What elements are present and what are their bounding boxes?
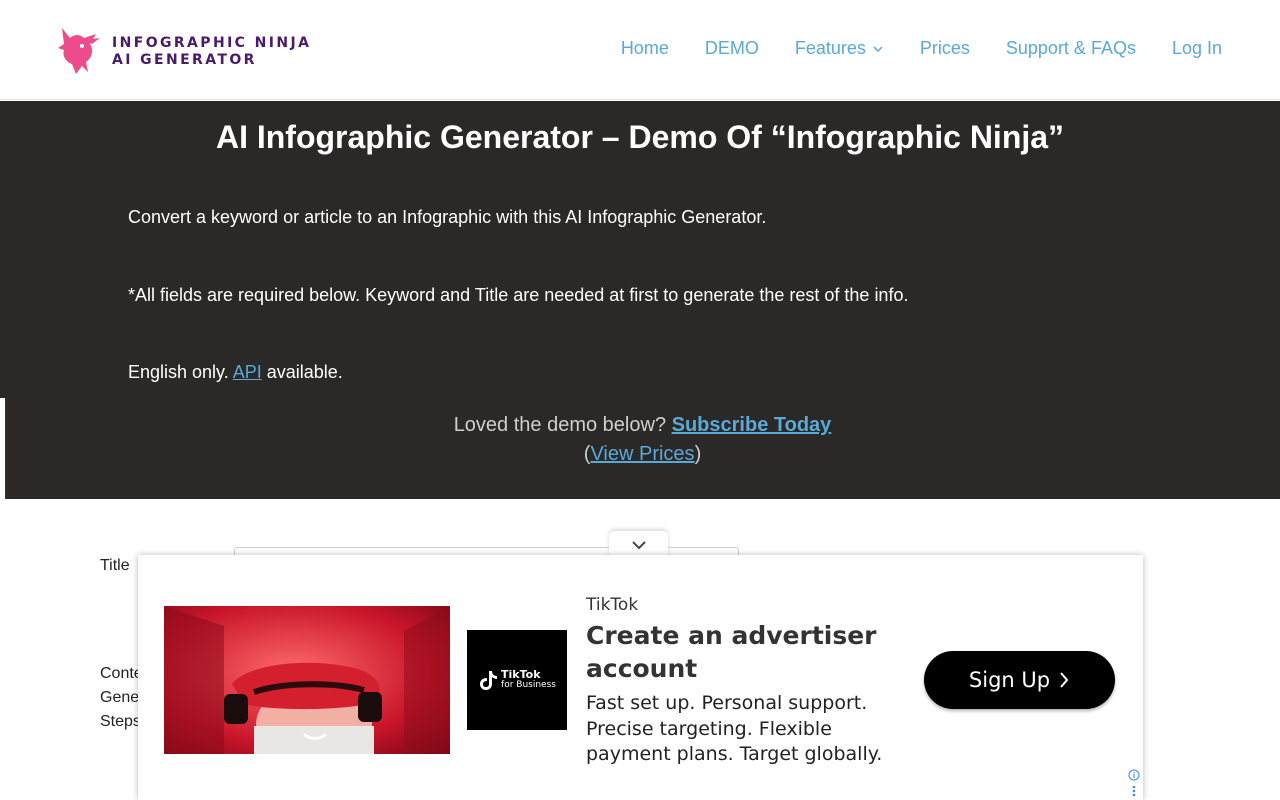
view-prices-link[interactable]: View Prices	[590, 443, 694, 465]
nav-features[interactable]: Features	[795, 38, 884, 59]
nav-features-label: Features	[794, 38, 866, 58]
prices-close-paren: )	[694, 443, 702, 465]
hero-edge	[0, 398, 6, 499]
ad-image[interactable]	[164, 606, 450, 754]
page-title: AI Infographic Generator – Demo Of “Info…	[215, 119, 1065, 155]
main-nav: Home DEMO Features Prices Support & FAQs…	[585, 38, 1222, 59]
language-note: English only. API available.	[128, 362, 343, 383]
logo-line-1: INFOGRAPHIC NINJA	[112, 35, 312, 51]
tiktok-logo-text: TikTok for Business	[501, 669, 556, 691]
title-label: Title	[100, 557, 130, 574]
tiktok-logo-line-1: TikTok	[501, 668, 541, 681]
tiktok-logo-line-2: for Business	[501, 680, 556, 690]
ninja-cat-icon	[58, 28, 100, 74]
content-label-2: Gene	[100, 689, 140, 706]
page: INFOGRAPHIC NINJA AI GENERATOR Home DEMO…	[0, 0, 1280, 800]
logo-wordmark: INFOGRAPHIC NINJA AI GENERATOR	[112, 35, 311, 69]
tiktok-business-logo[interactable]: TikTok for Business	[467, 630, 567, 730]
nav-demo[interactable]: DEMO	[705, 38, 759, 59]
language-note-after: available.	[261, 362, 343, 382]
ad-info-icon[interactable]	[1128, 769, 1140, 781]
ad-sign-up-label: Sign Up	[968, 668, 1051, 692]
ad-headline[interactable]: Create an advertiser account	[586, 619, 886, 685]
site-header: INFOGRAPHIC NINJA AI GENERATOR Home DEMO…	[0, 0, 1280, 100]
logo-line-2: AI GENERATOR	[112, 52, 257, 68]
chevron-down-icon	[631, 541, 646, 550]
nav-prices[interactable]: Prices	[920, 38, 970, 59]
language-note-before: English only.	[128, 362, 233, 382]
tiktok-note-icon	[480, 671, 498, 690]
content-label-1: Conte	[100, 665, 143, 682]
subscribe-link[interactable]: Subscribe Today	[672, 414, 832, 436]
nav-login[interactable]: Log In	[1172, 38, 1222, 59]
content-label-3: Steps	[100, 713, 141, 730]
nav-support[interactable]: Support & FAQs	[1006, 38, 1136, 59]
intro-text: Convert a keyword or article to an Infog…	[128, 207, 767, 227]
api-link[interactable]: API	[233, 362, 262, 382]
ad-banner[interactable]: TikTok for Business TikTok Create an adv…	[138, 555, 1143, 800]
nav-home[interactable]: Home	[621, 38, 669, 59]
ad-description: Fast set up. Personal support. Precise t…	[586, 692, 883, 765]
ad-brand: TikTok	[586, 595, 639, 615]
subscribe-promo: Loved the demo below? Subscribe Today (V…	[0, 411, 1280, 469]
ad-options-icon[interactable]	[1131, 785, 1137, 797]
promo-text: Loved the demo below?	[453, 414, 672, 436]
ad-sign-up-button[interactable]: Sign Up	[924, 651, 1115, 709]
required-note: *All fields are required below. Keyword …	[128, 285, 909, 305]
chevron-down-icon	[873, 45, 883, 52]
vr-headset-photo	[164, 606, 450, 754]
chevron-right-icon	[1060, 672, 1069, 688]
site-logo[interactable]: INFOGRAPHIC NINJA AI GENERATOR	[56, 26, 311, 78]
hero-section: AI Infographic Generator – Demo Of “Info…	[0, 101, 1280, 499]
